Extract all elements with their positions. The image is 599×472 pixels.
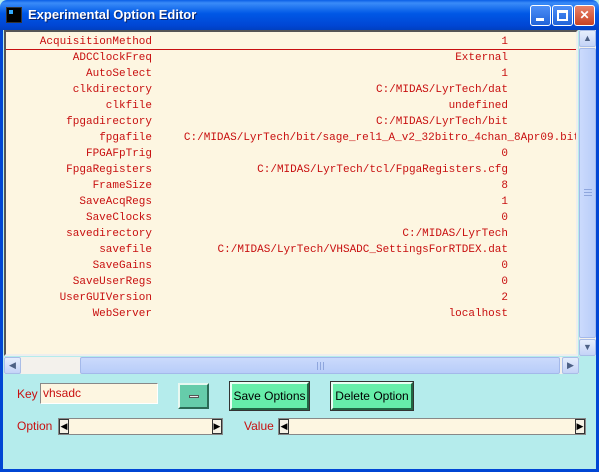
options-list[interactable]: AcquisitionMethod 1 ADCClockFreq External Au… bbox=[4, 30, 578, 356]
option-key: AutoSelect bbox=[85, 68, 152, 80]
option-row[interactable]: fpgafile C:/MIDAS/LyrTech/bit/sage_rel1_A… bbox=[6, 130, 578, 146]
option-left-arrow-icon[interactable]: ◀ bbox=[59, 419, 69, 434]
option-key: FPGAFpTrig bbox=[85, 148, 152, 160]
option-value: undefined bbox=[448, 100, 508, 112]
option-key: fpgadirectory bbox=[66, 116, 152, 128]
thumb-grip bbox=[584, 195, 592, 196]
maximize-button[interactable] bbox=[552, 5, 573, 26]
option-row[interactable]: SaveClocks 0 bbox=[6, 210, 576, 226]
close-button[interactable]: ✕ bbox=[574, 5, 595, 26]
value-right-arrow-icon[interactable]: ▶ bbox=[575, 419, 585, 434]
option-key: UserGUIVersion bbox=[59, 292, 152, 304]
option-key: clkdirectory bbox=[72, 84, 152, 96]
scroll-down-button[interactable]: ▼ bbox=[579, 339, 596, 356]
option-key: AcquisitionMethod bbox=[39, 36, 152, 48]
option-key: FpgaRegisters bbox=[66, 164, 152, 176]
option-value: 1 bbox=[501, 196, 508, 208]
option-value: 1 bbox=[501, 68, 508, 80]
option-key: savefile bbox=[99, 244, 152, 256]
thumb-grip bbox=[584, 192, 592, 193]
option-right-arrow-icon[interactable]: ▶ bbox=[212, 419, 222, 434]
scroll-left-icon: ◀ bbox=[9, 360, 16, 370]
vertical-scrollbar[interactable]: ▲ ▼ bbox=[579, 30, 596, 356]
delete-option-button[interactable]: Delete Option bbox=[330, 381, 414, 411]
option-key: clkfile bbox=[105, 100, 152, 112]
option-value: C:/MIDAS/LyrTech/tcl/FpgaRegisters.cfg bbox=[257, 164, 508, 176]
option-row[interactable]: ADCClockFreq External bbox=[6, 50, 576, 66]
option-row[interactable]: SaveUserRegs 0 bbox=[6, 274, 576, 290]
option-row[interactable]: SaveGains 0 bbox=[6, 258, 576, 274]
option-row[interactable]: FPGAFpTrig 0 bbox=[6, 146, 576, 162]
close-icon: ✕ bbox=[579, 8, 590, 22]
option-value: 1 bbox=[501, 36, 508, 48]
menu-indicator-icon bbox=[189, 395, 199, 398]
option-row[interactable]: AutoSelect 1 bbox=[6, 66, 576, 82]
option-row[interactable]: WebServer localhost bbox=[6, 306, 576, 322]
option-value: localhost bbox=[448, 308, 508, 320]
value-label: Value bbox=[244, 419, 274, 433]
option-value: 0 bbox=[501, 276, 508, 288]
option-value: 0 bbox=[501, 260, 508, 272]
option-label: Option bbox=[17, 419, 53, 433]
option-key: WebServer bbox=[92, 308, 152, 320]
option-key: FrameSize bbox=[92, 180, 152, 192]
scroll-up-button[interactable]: ▲ bbox=[579, 30, 596, 47]
minimize-icon bbox=[536, 18, 544, 21]
scroll-down-icon: ▼ bbox=[583, 342, 592, 352]
option-value: C:/MIDAS/LyrTech/bit/sage_rel1_A_v2_32bi… bbox=[183, 132, 578, 144]
minimize-button[interactable] bbox=[530, 5, 551, 26]
option-row[interactable]: clkfile undefined bbox=[6, 98, 576, 114]
option-value: C:/MIDAS/LyrTech/bit bbox=[375, 116, 508, 128]
option-row[interactable]: savefile C:/MIDAS/LyrTech/VHSADC_Settings… bbox=[6, 242, 576, 258]
key-input[interactable]: vhsadc bbox=[40, 383, 158, 404]
options-rows: AcquisitionMethod 1 ADCClockFreq External Au… bbox=[6, 34, 578, 322]
option-row[interactable]: FrameSize 8 bbox=[6, 178, 576, 194]
thumb-grip bbox=[584, 189, 592, 190]
option-key: savedirectory bbox=[66, 228, 152, 240]
option-value: 2 bbox=[501, 292, 508, 304]
scroll-up-icon: ▲ bbox=[583, 33, 592, 43]
key-menu-button[interactable] bbox=[178, 383, 209, 409]
option-value: C:/MIDAS/LyrTech/VHSADC_SettingsForRTDEX… bbox=[217, 244, 508, 256]
option-row[interactable]: SaveAcqRegs 1 bbox=[6, 194, 576, 210]
value-combo[interactable]: ◀ ▶ bbox=[278, 418, 586, 435]
value-left-arrow-icon[interactable]: ◀ bbox=[279, 419, 289, 434]
horizontal-scroll-thumb[interactable] bbox=[80, 357, 560, 374]
thumb-grip bbox=[323, 362, 324, 370]
key-label: Key bbox=[17, 387, 38, 401]
option-key: SaveAcqRegs bbox=[79, 196, 152, 208]
option-value: C:/MIDAS/LyrTech/dat bbox=[375, 84, 508, 96]
option-key: ADCClockFreq bbox=[72, 52, 152, 64]
option-value: External bbox=[455, 52, 508, 64]
option-row[interactable]: fpgadirectory C:/MIDAS/LyrTech/bit bbox=[6, 114, 576, 130]
option-value: 8 bbox=[501, 180, 508, 192]
title-bar[interactable]: Experimental Option Editor ✕ bbox=[0, 0, 599, 30]
option-key: SaveGains bbox=[92, 260, 152, 272]
window-title: Experimental Option Editor bbox=[28, 7, 197, 22]
thumb-grip bbox=[320, 362, 321, 370]
option-key: fpgafile bbox=[99, 132, 152, 144]
option-value: 0 bbox=[501, 148, 508, 160]
option-key: SaveUserRegs bbox=[72, 276, 152, 288]
option-row[interactable]: AcquisitionMethod 1 bbox=[6, 34, 576, 50]
save-options-button[interactable]: Save Options bbox=[229, 381, 310, 411]
option-row[interactable]: clkdirectory C:/MIDAS/LyrTech/dat bbox=[6, 82, 576, 98]
option-combo[interactable]: ◀ ▶ bbox=[58, 418, 223, 435]
option-key: SaveClocks bbox=[85, 212, 152, 224]
vertical-scroll-thumb[interactable] bbox=[579, 48, 596, 338]
scroll-right-button[interactable]: ▶ bbox=[562, 357, 579, 374]
scroll-left-button[interactable]: ◀ bbox=[4, 357, 21, 374]
thumb-grip bbox=[317, 362, 318, 370]
option-value: C:/MIDAS/LyrTech bbox=[402, 228, 508, 240]
option-row[interactable]: FpgaRegisters C:/MIDAS/LyrTech/tcl/FpgaRe… bbox=[6, 162, 576, 178]
option-row[interactable]: savedirectory C:/MIDAS/LyrTech bbox=[6, 226, 576, 242]
option-row[interactable]: UserGUIVersion 2 bbox=[6, 290, 576, 306]
option-value: 0 bbox=[501, 212, 508, 224]
maximize-icon bbox=[557, 10, 568, 21]
app-icon bbox=[6, 7, 22, 23]
scroll-right-icon: ▶ bbox=[567, 360, 574, 370]
horizontal-scrollbar[interactable]: ◀ ▶ bbox=[4, 357, 579, 374]
